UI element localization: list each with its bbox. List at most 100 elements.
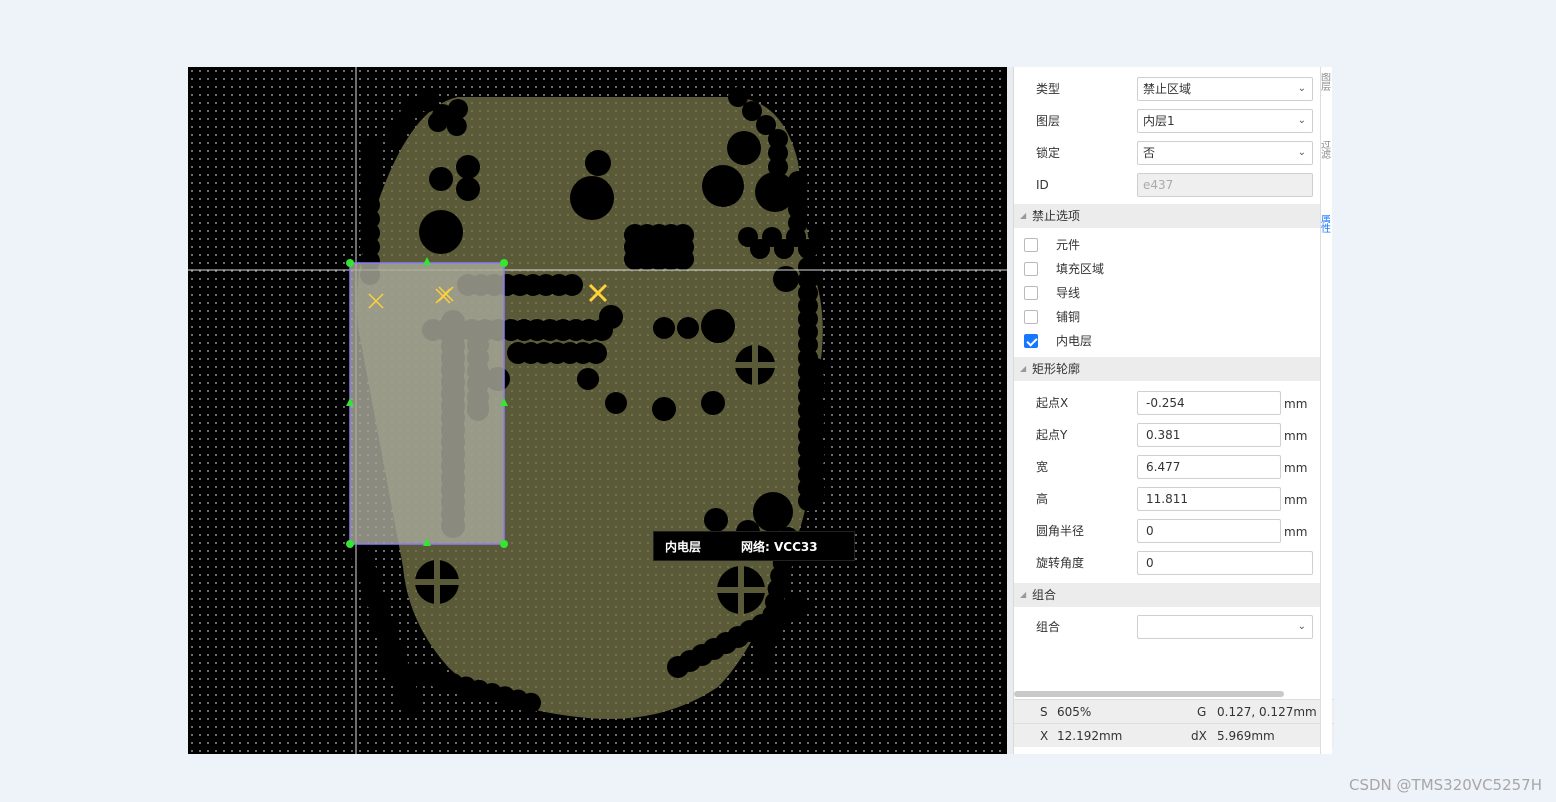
checkbox-label: 铺铜 — [1056, 310, 1081, 324]
prop-group-label: 组合 — [1036, 620, 1061, 634]
checkbox[interactable] — [1024, 262, 1038, 276]
status-x-value: 12.192mm — [1057, 729, 1123, 743]
via-clearance — [752, 657, 772, 677]
via-clearance — [701, 309, 735, 343]
status-g-value: 0.127, 0.127mm — [1217, 705, 1317, 719]
start-y-input[interactable]: 0.381 — [1137, 423, 1281, 447]
via-clearance — [652, 397, 676, 421]
locked-select[interactable]: 否 ⌄ — [1137, 141, 1313, 165]
unit-label: mm — [1284, 525, 1308, 539]
width-input[interactable]: 6.477 — [1137, 455, 1281, 479]
via-clearance — [787, 596, 809, 618]
group-select[interactable]: ⌄ — [1137, 615, 1313, 639]
collapse-triangle-icon: ◢ — [1020, 364, 1027, 373]
checkbox-label: 元件 — [1056, 238, 1081, 252]
via-clearance — [577, 368, 599, 390]
prop-locked-label: 锁定 — [1036, 146, 1061, 160]
via-clearance — [399, 692, 421, 714]
section-forbid-options[interactable]: ◢ 禁止选项 — [1014, 204, 1321, 228]
canvas-drawing — [188, 67, 1007, 754]
forbid-option-fill-region[interactable]: 填充区域 — [1014, 257, 1321, 281]
via-clearance — [446, 116, 467, 136]
corner-radius-input[interactable]: 0 — [1137, 519, 1281, 543]
via-clearance — [419, 210, 463, 254]
properties-panel: 类型 禁止区域 ⌄ 图层 内层1 ⌄ 锁定 否 ⌄ ID e437 ◢ 禁止选项… — [1013, 67, 1334, 754]
prop-id-label: ID — [1036, 178, 1049, 192]
tooltip-layer: 内电层 — [665, 539, 702, 554]
tab-filter[interactable]: 过滤 — [1321, 141, 1333, 167]
prop-width-row: 宽 6.477 mm — [1014, 451, 1321, 483]
status-x-label: X — [1040, 729, 1049, 743]
via-clearance — [605, 392, 627, 414]
chevron-down-icon: ⌄ — [1297, 147, 1306, 158]
status-dx-value: 5.969mm — [1217, 729, 1275, 743]
via-clearance — [599, 305, 623, 329]
chevron-down-icon: ⌄ — [1297, 115, 1306, 126]
status-s-value: 605% — [1057, 705, 1092, 719]
checkbox-label: 内电层 — [1056, 334, 1093, 348]
via-clearance — [753, 492, 793, 532]
via-clearance — [727, 131, 761, 165]
section-rect-outline[interactable]: ◢ 矩形轮廓 — [1014, 357, 1321, 381]
via-clearance — [428, 112, 448, 132]
status-g-label: G — [1197, 705, 1207, 719]
prop-start-x-row: 起点X -0.254 mm — [1014, 387, 1321, 419]
prop-id-row: ID e437 — [1014, 169, 1321, 201]
tab-properties[interactable]: 属性 — [1321, 215, 1333, 241]
status-bar-top: S 605% G 0.127, 0.127mm — [1014, 699, 1334, 723]
checkbox[interactable] — [1024, 238, 1038, 252]
prop-width-label: 宽 — [1036, 460, 1049, 474]
section-rect-title: 矩形轮廓 — [1032, 362, 1081, 376]
hover-tooltip: 内电层 网络: VCC33 — [653, 531, 855, 561]
forbid-option-component[interactable]: 元件 — [1014, 233, 1321, 257]
via-clearance — [810, 227, 830, 247]
prop-start-y-label: 起点Y — [1036, 428, 1068, 442]
prop-radius-label: 圆角半径 — [1036, 524, 1085, 538]
prop-rotation-label: 旋转角度 — [1036, 556, 1085, 570]
unit-label: mm — [1284, 493, 1308, 507]
type-select[interactable]: 禁止区域 ⌄ — [1137, 77, 1313, 101]
checkbox-label: 导线 — [1056, 286, 1081, 300]
prop-radius-row: 圆角半径 0 mm — [1014, 515, 1321, 547]
pcb-canvas[interactable]: 内电层 网络: VCC33 — [188, 67, 1007, 754]
via-clearance — [704, 508, 728, 532]
via-clearance — [456, 177, 480, 201]
checkbox-checked[interactable] — [1024, 334, 1038, 348]
id-field: e437 — [1137, 173, 1313, 197]
forbid-option-inner-plane[interactable]: 内电层 — [1014, 329, 1321, 353]
horizontal-scrollbar[interactable] — [1014, 691, 1284, 697]
prop-layer-row: 图层 内层1 ⌄ — [1014, 105, 1321, 137]
unit-label: mm — [1284, 461, 1308, 475]
checkbox[interactable] — [1024, 286, 1038, 300]
prop-group-row: 组合 ⌄ — [1014, 611, 1321, 643]
forbid-region[interactable] — [349, 262, 505, 545]
collapse-triangle-icon: ◢ — [1020, 211, 1027, 220]
via-clearance — [672, 248, 694, 270]
via-clearance — [585, 150, 611, 176]
checkbox[interactable] — [1024, 310, 1038, 324]
prop-type-label: 类型 — [1036, 82, 1061, 96]
via-clearance — [755, 172, 795, 212]
watermark: CSDN @TMS320VC5257H — [1349, 776, 1542, 794]
section-group-title: 组合 — [1032, 588, 1057, 602]
via-clearance — [653, 317, 675, 339]
forbid-option-track[interactable]: 导线 — [1014, 281, 1321, 305]
start-x-input[interactable]: -0.254 — [1137, 391, 1281, 415]
section-forbid-title: 禁止选项 — [1032, 209, 1081, 223]
rotation-input[interactable]: 0 — [1137, 551, 1313, 575]
layer-select[interactable]: 内层1 ⌄ — [1137, 109, 1313, 133]
section-group[interactable]: ◢ 组合 — [1014, 583, 1321, 607]
prop-start-x-label: 起点X — [1036, 396, 1069, 410]
prop-locked-row: 锁定 否 ⌄ — [1014, 137, 1321, 169]
prop-start-y-row: 起点Y 0.381 mm — [1014, 419, 1321, 451]
via-clearance — [570, 176, 614, 220]
via-clearance — [807, 488, 825, 506]
forbid-option-copper-pour[interactable]: 铺铜 — [1014, 305, 1321, 329]
chevron-down-icon: ⌄ — [1297, 621, 1306, 632]
tab-layers[interactable]: 图层 — [1321, 73, 1333, 99]
height-input[interactable]: 11.811 — [1137, 487, 1281, 511]
via-clearance — [429, 167, 453, 191]
tooltip-net: 网络: VCC33 — [741, 539, 818, 554]
via-clearance — [677, 317, 699, 339]
via-clearance — [386, 125, 406, 145]
